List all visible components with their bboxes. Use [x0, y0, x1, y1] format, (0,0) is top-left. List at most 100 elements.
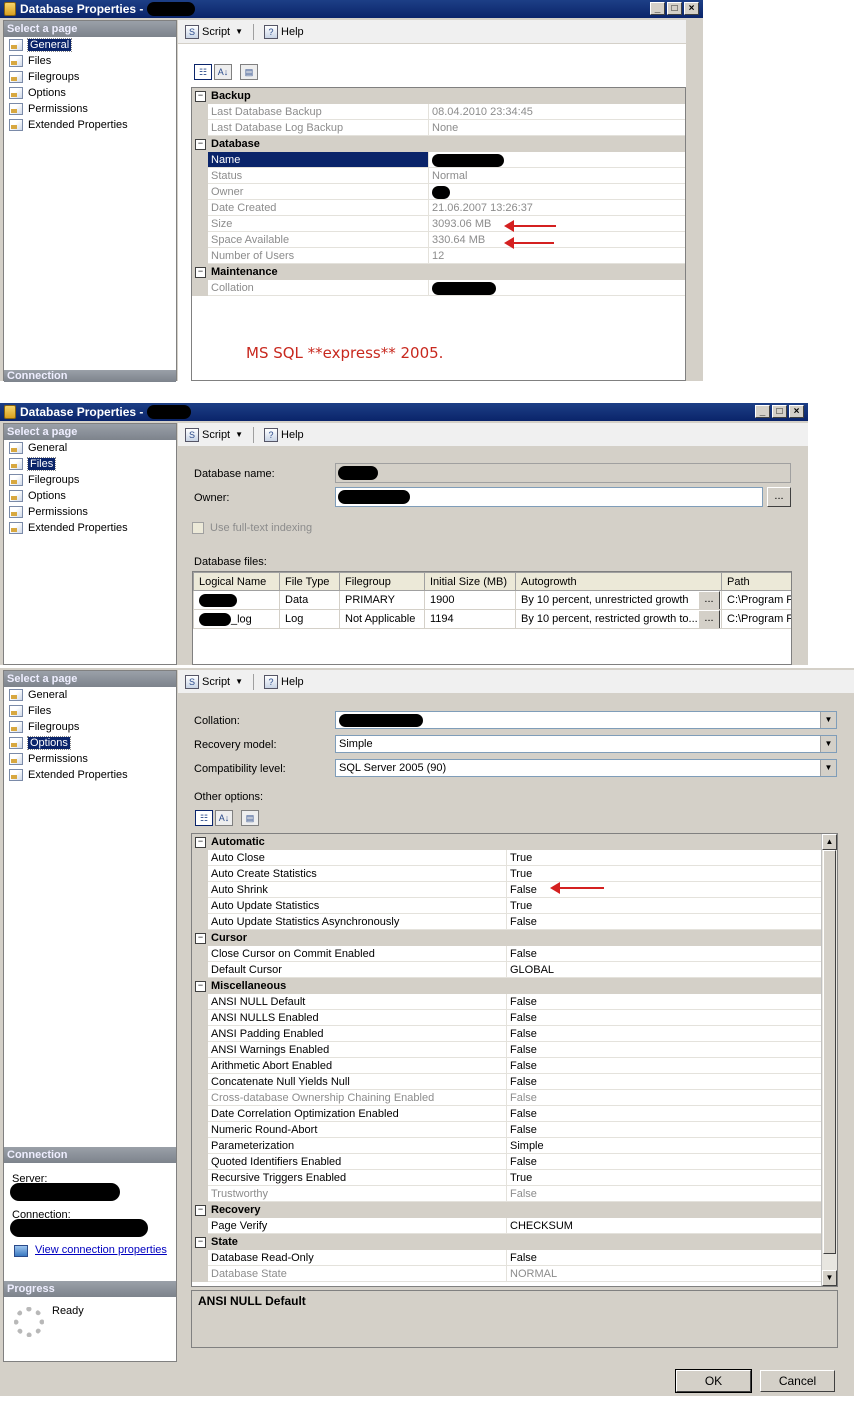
script-button[interactable]: S Script ▼ [182, 24, 246, 39]
column-header[interactable]: Autogrowth [515, 572, 722, 591]
nav-files[interactable]: Files [4, 703, 176, 719]
table-row[interactable]: _log Log Not Applicable 1194 By 10 perce… [193, 609, 791, 629]
scroll-up-icon[interactable]: ▲ [822, 834, 837, 850]
prop-last-log-backup[interactable]: Last Database Log Backup None [192, 120, 685, 136]
minimize-button[interactable]: _ [755, 405, 770, 418]
logical-name-cell[interactable]: _log [193, 609, 280, 629]
autogrowth-browse-button[interactable]: ... [698, 591, 720, 609]
options-scrollbar[interactable]: ▲ ▼ [821, 834, 837, 1286]
nav-extended-properties[interactable]: Extended Properties [4, 520, 176, 536]
option-row[interactable]: Parameterization Simple [192, 1138, 822, 1154]
categorized-icon[interactable]: ☷ [195, 810, 213, 826]
prop-owner[interactable]: Owner [192, 184, 685, 200]
help-button[interactable]: ? Help [261, 24, 307, 39]
nav-general[interactable]: General [4, 440, 176, 456]
fulltext-checkbox[interactable] [192, 522, 204, 534]
nav-general[interactable]: General [4, 37, 176, 53]
prop-space-available[interactable]: Space Available 330.64 MB [192, 232, 685, 248]
option-row[interactable]: ANSI Padding Enabled False [192, 1026, 822, 1042]
property-pages-icon[interactable]: ▤ [241, 810, 259, 826]
scroll-down-icon[interactable]: ▼ [822, 1270, 837, 1286]
script-button[interactable]: S Script ▼ [182, 427, 246, 442]
category-database[interactable]: Database [192, 136, 685, 152]
column-header[interactable]: Logical Name [193, 572, 280, 591]
option-row[interactable]: Cross-database Ownership Chaining Enable… [192, 1090, 822, 1106]
prop-name[interactable]: Name [192, 152, 685, 168]
collation-dropdown[interactable]: ▼ [335, 711, 837, 729]
autogrowth-browse-button[interactable]: ... [698, 610, 720, 628]
minimize-button[interactable]: _ [650, 2, 665, 15]
maximize-button[interactable]: □ [667, 2, 682, 15]
option-row[interactable]: Database Read-Only False [192, 1250, 822, 1266]
option-row[interactable]: ANSI NULL Default False [192, 994, 822, 1010]
category-miscellaneous[interactable]: Miscellaneous [192, 978, 822, 994]
prop-number-of-users[interactable]: Number of Users 12 [192, 248, 685, 264]
option-row[interactable]: Default Cursor GLOBAL [192, 962, 822, 978]
nav-extended-properties[interactable]: Extended Properties [4, 117, 176, 133]
category-maintenance[interactable]: Maintenance [192, 264, 685, 280]
column-header[interactable]: Path [721, 572, 791, 591]
prop-date-created[interactable]: Date Created 21.06.2007 13:26:37 [192, 200, 685, 216]
option-row[interactable]: Recursive Triggers Enabled True [192, 1170, 822, 1186]
option-row[interactable]: Concatenate Null Yields Null False [192, 1074, 822, 1090]
option-row[interactable]: Database State NORMAL [192, 1266, 822, 1282]
owner-field[interactable] [335, 487, 763, 507]
compatibility-level-dropdown[interactable]: SQL Server 2005 (90) ▼ [335, 759, 837, 777]
option-row[interactable]: Arithmetic Abort Enabled False [192, 1058, 822, 1074]
help-button[interactable]: ? Help [261, 674, 307, 689]
alphabetical-icon[interactable]: A↓ [215, 810, 233, 826]
nav-files[interactable]: Files [4, 53, 176, 69]
nav-general[interactable]: General [4, 687, 176, 703]
cancel-button[interactable]: Cancel [760, 1370, 835, 1392]
nav-files[interactable]: Files [4, 456, 176, 472]
prop-collation[interactable]: Collation [192, 280, 685, 296]
nav-options[interactable]: Options [4, 85, 176, 101]
recovery-model-dropdown[interactable]: Simple ▼ [335, 735, 837, 753]
category-automatic[interactable]: Automatic [192, 834, 822, 850]
nav-filegroups[interactable]: Filegroups [4, 69, 176, 85]
nav-filegroups[interactable]: Filegroups [4, 719, 176, 735]
property-pages-icon[interactable]: ▤ [240, 64, 258, 80]
initial-size-cell[interactable]: 1194 [424, 609, 516, 629]
option-row[interactable]: Auto Shrink False [192, 882, 822, 898]
prop-last-backup[interactable]: Last Database Backup 08.04.2010 23:34:45 [192, 104, 685, 120]
view-connection-properties-link[interactable]: View connection properties [35, 1244, 167, 1256]
table-row[interactable]: Data PRIMARY 1900 By 10 percent, unrestr… [193, 590, 791, 610]
option-row[interactable]: ANSI NULLS Enabled False [192, 1010, 822, 1026]
close-button[interactable]: × [684, 2, 699, 15]
column-header[interactable]: Filegroup [339, 572, 425, 591]
nav-permissions[interactable]: Permissions [4, 101, 176, 117]
alphabetical-icon[interactable]: A↓ [214, 64, 232, 80]
category-state[interactable]: State [192, 1234, 822, 1250]
option-row[interactable]: ANSI Warnings Enabled False [192, 1042, 822, 1058]
nav-options[interactable]: Options [4, 735, 176, 751]
categorized-icon[interactable]: ☷ [194, 64, 212, 80]
title-bar[interactable]: Database Properties - _ □ × [0, 0, 703, 18]
initial-size-cell[interactable]: 1900 [424, 590, 516, 610]
prop-size[interactable]: Size 3093.06 MB [192, 216, 685, 232]
category-cursor[interactable]: Cursor [192, 930, 822, 946]
option-row[interactable]: Close Cursor on Commit Enabled False [192, 946, 822, 962]
column-header[interactable]: File Type [279, 572, 340, 591]
logical-name-cell[interactable] [193, 590, 280, 610]
nav-options[interactable]: Options [4, 488, 176, 504]
maximize-button[interactable]: □ [772, 405, 787, 418]
close-button[interactable]: × [789, 405, 804, 418]
option-row[interactable]: Page Verify CHECKSUM [192, 1218, 822, 1234]
category-backup[interactable]: Backup [192, 88, 685, 104]
owner-browse-button[interactable]: ... [767, 487, 791, 507]
prop-status[interactable]: Status Normal [192, 168, 685, 184]
option-row[interactable]: Date Correlation Optimization Enabled Fal… [192, 1106, 822, 1122]
category-recovery[interactable]: Recovery [192, 1202, 822, 1218]
nav-permissions[interactable]: Permissions [4, 504, 176, 520]
script-button[interactable]: S Script ▼ [182, 674, 246, 689]
title-bar[interactable]: Database Properties - _ □ × [0, 403, 808, 421]
column-header[interactable]: Initial Size (MB) [424, 572, 516, 591]
database-name-field[interactable] [335, 463, 791, 483]
help-button[interactable]: ? Help [261, 427, 307, 442]
nav-filegroups[interactable]: Filegroups [4, 472, 176, 488]
option-row[interactable]: Auto Create Statistics True [192, 866, 822, 882]
nav-extended-properties[interactable]: Extended Properties [4, 767, 176, 783]
ok-button[interactable]: OK [675, 1369, 752, 1393]
scroll-thumb[interactable] [823, 850, 836, 1254]
